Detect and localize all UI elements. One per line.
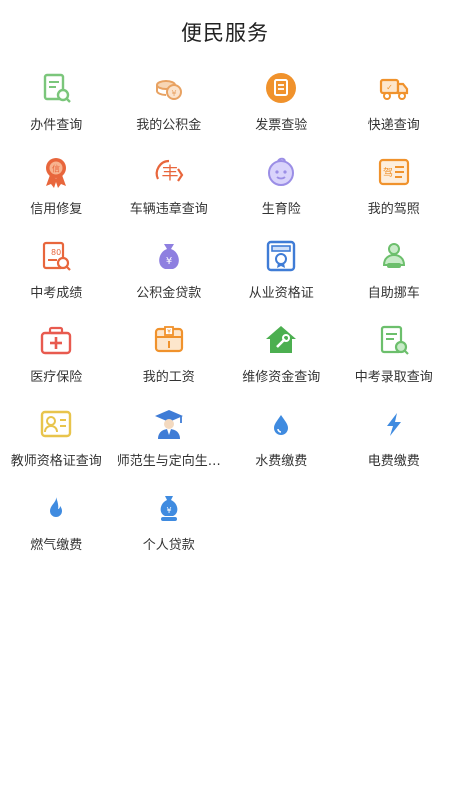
money-bag-icon: ¥ xyxy=(151,238,187,274)
service-item[interactable]: 发票查验 xyxy=(225,68,338,152)
graduate-icon xyxy=(151,406,187,442)
driver-license-icon: 驾 xyxy=(376,154,412,190)
svg-text:¥: ¥ xyxy=(166,256,172,267)
score-report-icon: 80 xyxy=(38,238,74,274)
svg-text:¥: ¥ xyxy=(166,506,171,515)
service-label: 车辆违章查询 xyxy=(129,202,208,217)
service-label: 公积金贷款 xyxy=(136,286,202,301)
service-grid: 办件查询 ¥ 我的公积金 发票查验 ✓ 快递查询信信用修复丰车辆违章查询 生育险驾我的驾照 8… xyxy=(0,68,450,572)
service-item[interactable]: 电费缴费 xyxy=(338,404,450,488)
service-label: 自助挪车 xyxy=(367,286,420,301)
coins-icon: ¥ xyxy=(151,70,187,106)
service-item[interactable]: 师范生与定向生… xyxy=(113,404,226,488)
service-label: 我的驾照 xyxy=(367,202,420,217)
credit-medal-icon: 信 xyxy=(38,154,74,190)
delivery-truck-icon: ✓ xyxy=(376,70,412,106)
service-item[interactable]: ¥ 我的公积金 xyxy=(113,68,226,152)
service-item[interactable]: 生育险 xyxy=(225,152,338,236)
svg-text:驾: 驾 xyxy=(383,167,393,179)
traffic-violation-icon: 丰 xyxy=(151,154,187,190)
service-label: 水费缴费 xyxy=(255,454,308,469)
page-header: 便民服务 xyxy=(0,0,450,64)
first-aid-kit-icon xyxy=(38,322,74,358)
service-label: 电费缴费 xyxy=(367,454,420,469)
person-car-icon xyxy=(376,238,412,274)
service-label: 燃气缴费 xyxy=(30,538,83,553)
service-item[interactable]: ¥ 我的工资 xyxy=(113,320,226,404)
admission-search-icon xyxy=(376,322,412,358)
water-drop-icon xyxy=(263,406,299,442)
service-item[interactable]: 中考录取查询 xyxy=(338,320,450,404)
service-label: 教师资格证查询 xyxy=(10,454,102,469)
service-item[interactable]: 从业资格证 xyxy=(225,236,338,320)
svg-text:¥: ¥ xyxy=(167,329,171,336)
service-label: 信用修复 xyxy=(30,202,83,217)
teacher-card-icon xyxy=(38,406,74,442)
document-search-icon xyxy=(38,70,74,106)
baby-face-icon xyxy=(263,154,299,190)
service-label: 生育险 xyxy=(261,202,301,217)
svg-text:¥: ¥ xyxy=(171,89,176,98)
service-label: 中考成绩 xyxy=(30,286,83,301)
service-label: 医疗保险 xyxy=(30,370,83,385)
service-item[interactable]: 驾我的驾照 xyxy=(338,152,450,236)
service-item[interactable]: 办件查询 xyxy=(0,68,113,152)
flame-icon xyxy=(38,490,74,526)
svg-text:丰: 丰 xyxy=(161,164,178,184)
service-label: 我的公积金 xyxy=(136,118,202,133)
service-item[interactable]: 医疗保险 xyxy=(0,320,113,404)
service-item[interactable]: 教师资格证查询 xyxy=(0,404,113,488)
service-item[interactable]: ✓ 快递查询 xyxy=(338,68,450,152)
service-item[interactable]: 维修资金查询 xyxy=(225,320,338,404)
service-item[interactable]: 自助挪车 xyxy=(338,236,450,320)
loan-bag-icon: ¥ xyxy=(151,490,187,526)
salary-box-icon: ¥ xyxy=(151,322,187,358)
invoice-icon xyxy=(263,70,299,106)
lightning-icon xyxy=(376,406,412,442)
service-label: 维修资金查询 xyxy=(242,370,321,385)
service-item[interactable]: 信信用修复 xyxy=(0,152,113,236)
service-label: 办件查询 xyxy=(30,118,83,133)
service-label: 发票查验 xyxy=(255,118,308,133)
service-item[interactable]: 80 中考成绩 xyxy=(0,236,113,320)
house-repair-icon xyxy=(263,322,299,358)
page-title: 便民服务 xyxy=(181,21,269,45)
service-label: 快递查询 xyxy=(367,118,420,133)
certificate-badge-icon xyxy=(263,238,299,274)
service-label: 中考录取查询 xyxy=(354,370,433,385)
svg-text:信: 信 xyxy=(52,164,60,174)
service-label: 个人贷款 xyxy=(142,538,195,553)
service-item[interactable]: 丰车辆违章查询 xyxy=(113,152,226,236)
service-item[interactable]: ¥ 公积金贷款 xyxy=(113,236,226,320)
service-label: 从业资格证 xyxy=(248,286,314,301)
service-item[interactable]: 水费缴费 xyxy=(225,404,338,488)
svg-text:✓: ✓ xyxy=(386,83,393,92)
service-item[interactable]: ¥ 个人贷款 xyxy=(113,488,226,572)
service-item[interactable]: 燃气缴费 xyxy=(0,488,113,572)
svg-text:80: 80 xyxy=(51,248,61,257)
service-label: 我的工资 xyxy=(142,370,195,385)
service-label: 师范生与定向生… xyxy=(116,454,221,469)
